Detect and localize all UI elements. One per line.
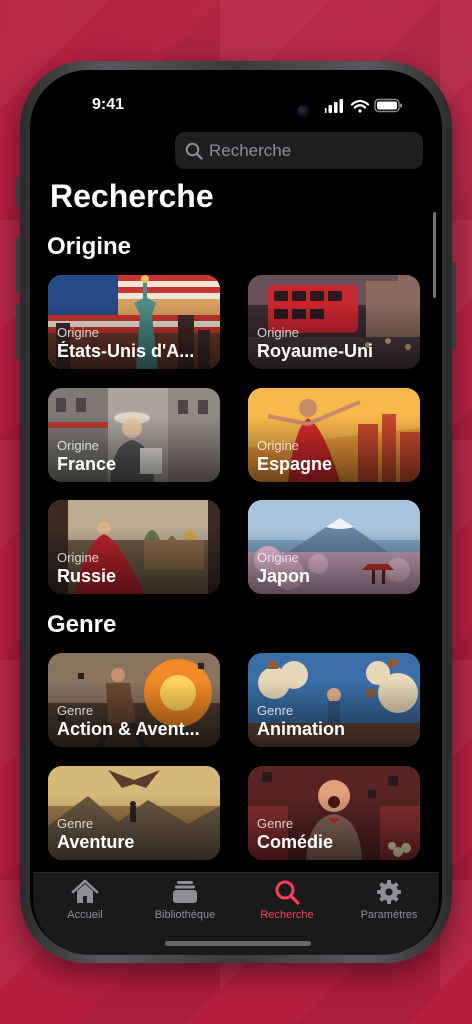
card-origin-spain[interactable]: Origine Espagne <box>248 388 420 482</box>
volume-down-button <box>16 303 20 359</box>
card-subtitle: Genre <box>257 703 294 718</box>
tab-parametres[interactable]: Paramètres <box>339 879 439 931</box>
library-stack-icon <box>173 881 197 903</box>
card-subtitle: Origine <box>257 325 299 340</box>
section-title-origin: Origine <box>47 233 132 260</box>
card-subtitle: Genre <box>57 816 94 831</box>
tab-bibliotheque[interactable]: Bibliothèque <box>135 879 235 931</box>
tab-label: Recherche <box>260 909 314 921</box>
card-subtitle: Origine <box>57 550 99 565</box>
dynamic-island <box>207 95 325 127</box>
card-title: Animation <box>257 719 345 739</box>
card-title: France <box>57 454 117 474</box>
status-icons <box>323 97 403 115</box>
search-icon <box>275 880 300 905</box>
card-title: Action & Avent... <box>57 719 200 739</box>
card-subtitle: Origine <box>57 325 99 340</box>
card-title: Aventure <box>57 832 135 852</box>
power-button <box>452 262 456 350</box>
card-title: Comédie <box>257 832 334 852</box>
scroll-indicator[interactable] <box>433 212 436 298</box>
card-origin-usa[interactable]: Origine États-Unis d'A... <box>48 275 220 369</box>
card-origin-france[interactable]: Origine France <box>48 388 220 482</box>
gear-icon <box>377 880 401 904</box>
tab-label: Accueil <box>67 909 103 921</box>
signal-icon <box>323 99 343 113</box>
search-icon <box>185 142 203 160</box>
card-title: Espagne <box>257 454 333 474</box>
search-placeholder: Recherche <box>209 140 292 160</box>
tab-accueil[interactable]: Accueil <box>35 879 135 931</box>
card-subtitle: Genre <box>57 703 94 718</box>
card-title: Russie <box>57 566 117 586</box>
card-subtitle: Genre <box>257 816 294 831</box>
tab-label: Bibliothèque <box>154 909 216 921</box>
section-title-genre: Genre <box>47 611 117 638</box>
status-time: 9:41 <box>92 96 125 113</box>
tab-recherche[interactable]: Recherche <box>237 879 337 931</box>
card-title: Japon <box>257 566 311 586</box>
card-subtitle: Origine <box>57 438 99 453</box>
battery-icon <box>374 98 402 113</box>
page-title: Recherche <box>50 178 214 214</box>
volume-up-button <box>16 237 20 293</box>
home-indicator[interactable] <box>165 941 311 946</box>
card-title: États-Unis d'A... <box>57 341 195 361</box>
card-genre-comedy[interactable]: Genre Comédie <box>248 766 420 860</box>
wifi-icon <box>350 99 370 113</box>
tab-label: Paramètres <box>360 909 418 921</box>
card-genre-animation[interactable]: Genre Animation <box>248 653 420 747</box>
card-subtitle: Origine <box>257 438 299 453</box>
card-origin-japan[interactable]: Origine Japon <box>248 500 420 594</box>
card-origin-uk[interactable]: Origine Royaume-Uni <box>248 275 420 369</box>
silent-switch <box>16 177 20 207</box>
camera-icon <box>297 105 309 117</box>
card-origin-russia[interactable]: Origine Russie <box>48 500 220 594</box>
card-subtitle: Origine <box>257 550 299 565</box>
house-icon <box>71 879 99 903</box>
card-genre-action[interactable]: Genre Action & Avent... <box>48 653 220 747</box>
card-genre-adventure[interactable]: Genre Aventure <box>48 766 220 860</box>
search-input[interactable]: Recherche <box>175 132 423 169</box>
card-title: Royaume-Uni <box>257 341 374 361</box>
